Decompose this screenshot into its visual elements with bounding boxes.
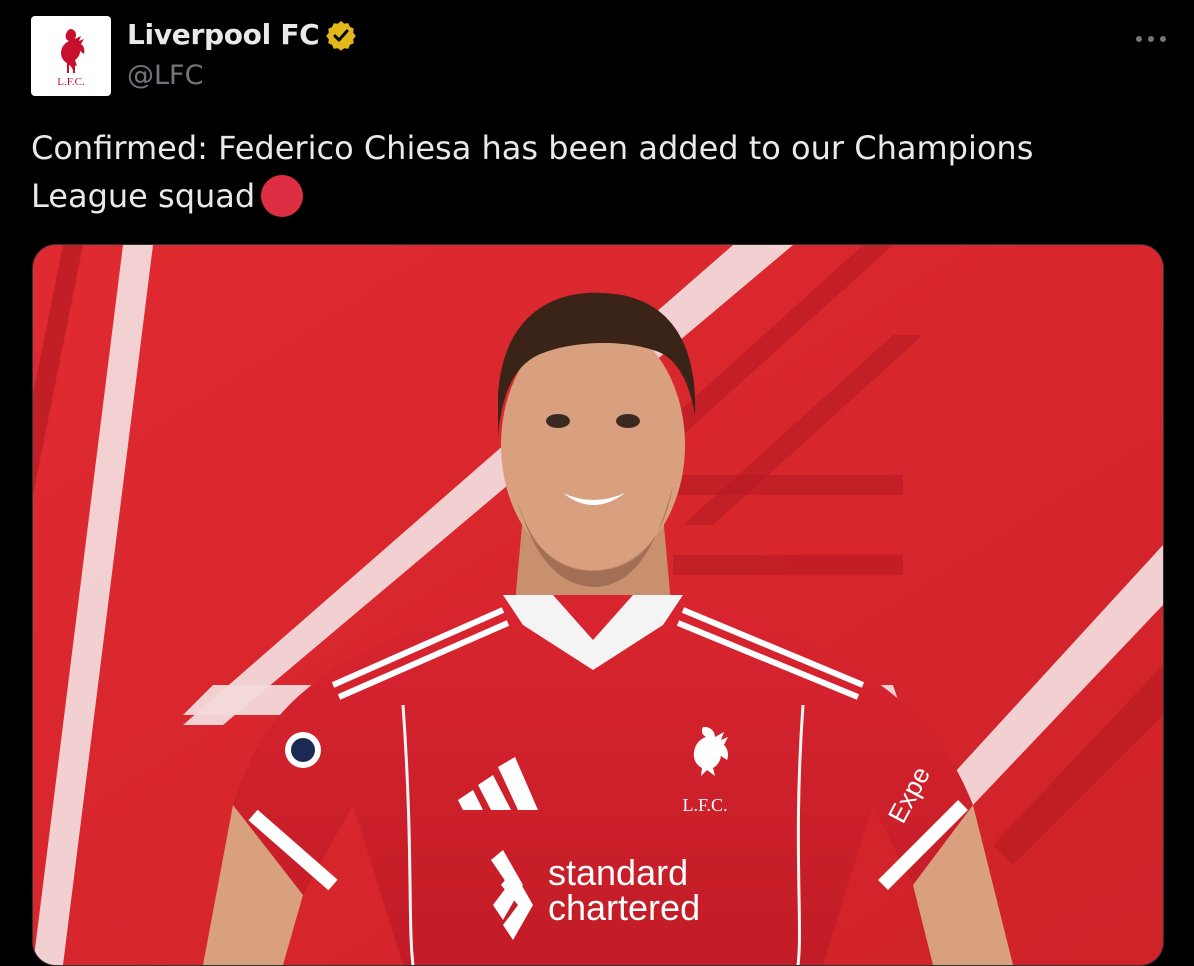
avatar-text: L.F.C. (57, 76, 85, 88)
tweet-body: Confirmed: Federico Chiesa has been adde… (31, 129, 1034, 215)
svg-text:L.F.C.: L.F.C. (682, 795, 727, 815)
tweet-text: Confirmed: Federico Chiesa has been adde… (31, 124, 1151, 220)
verified-badge-icon[interactable] (325, 19, 357, 51)
display-name[interactable]: Liverpool FC (127, 18, 320, 51)
red-circle-emoji (261, 175, 304, 217)
author-name-row: Liverpool FC (127, 18, 357, 51)
svg-text:chartered: chartered (548, 887, 700, 928)
avatar[interactable]: L.F.C. (31, 16, 111, 96)
author-handle[interactable]: @LFC (127, 60, 203, 91)
more-dots-icon[interactable] (1133, 24, 1169, 54)
tweet-media-photo[interactable]: L.F.C. standard chartered Expe (32, 244, 1164, 966)
lfc-crest-icon: L.F.C. (57, 29, 85, 88)
player-photo: L.F.C. standard chartered Expe (33, 245, 1163, 965)
tweet-header: L.F.C. Liverpool FC @LFC (31, 16, 1194, 96)
